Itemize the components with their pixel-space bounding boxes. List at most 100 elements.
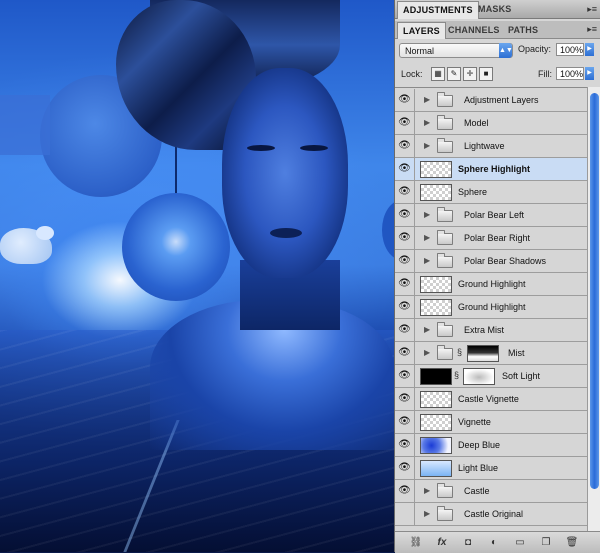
expand-triangle-icon[interactable]: ▶ [424,325,430,334]
visibility-eye-icon[interactable]: 👁 [395,296,415,318]
folder-icon [437,92,453,107]
layer-row[interactable]: 👁 ▶ Castle Original [395,503,587,526]
layer-row[interactable]: 👁 ▶ § Mist [395,342,587,365]
new-layer-icon[interactable]: ❐ [539,536,553,549]
layer-row[interactable]: 👁 Vignette [395,411,587,434]
layer-row[interactable]: 👁 ▶ Adjustment Layers [395,89,587,112]
layer-list-scrollbar[interactable] [587,87,600,531]
tab-masks[interactable]: MASKS [473,1,517,17]
layer-row[interactable]: 👁 Sphere Highlight [395,158,587,181]
layer-row[interactable]: 👁 Castle Vignette [395,388,587,411]
expand-triangle-icon[interactable]: ▶ [424,210,430,219]
lips [270,228,302,238]
expand-triangle-icon[interactable]: ▶ [424,118,430,127]
expand-triangle-icon[interactable]: ▶ [424,486,430,495]
layer-row[interactable]: 👁 ▶ Lightwave [395,135,587,158]
visibility-eye-icon[interactable]: 👁 [395,135,415,157]
layers-bottom-toolbar: ⛓ fx ◘ ◐ ▭ ❐ 🗑 [395,531,600,553]
blend-mode-select[interactable]: Normal ▲▼ [399,43,513,58]
expand-triangle-icon[interactable]: ▶ [424,95,430,104]
layer-name: Castle [464,486,490,496]
layer-thumbnail[interactable] [420,460,452,477]
expand-triangle-icon[interactable]: ▶ [424,233,430,242]
folder-icon [437,115,453,130]
visibility-eye-icon[interactable]: 👁 [395,89,415,111]
layer-thumbnail[interactable] [420,276,452,293]
add-mask-icon[interactable]: ◘ [461,536,475,549]
visibility-eye-icon[interactable]: 👁 [395,204,415,226]
layers-menu-icon[interactable]: ▸≡ [587,24,597,35]
tab-paths[interactable]: PATHS [503,22,543,38]
layer-thumbnail[interactable] [420,184,452,201]
visibility-eye-icon[interactable]: 👁 [395,457,415,479]
fill-input[interactable]: 100% [556,67,584,80]
new-group-icon[interactable]: ▭ [513,536,527,549]
layer-row[interactable]: 👁 Deep Blue [395,434,587,457]
layer-row[interactable]: 👁 ▶ Castle [395,480,587,503]
layer-thumbnail[interactable] [420,437,452,454]
visibility-eye-icon[interactable]: 👁 [395,503,415,525]
fx-icon[interactable]: fx [435,536,449,549]
layer-row[interactable]: 👁 Ground Highlight [395,273,587,296]
layer-row[interactable]: 👁 Ground Highlight [395,296,587,319]
visibility-eye-icon[interactable]: 👁 [395,342,415,364]
visibility-eye-icon[interactable]: 👁 [395,365,415,387]
visibility-eye-icon[interactable]: 👁 [395,434,415,456]
opacity-label: Opacity: [518,44,552,54]
layer-row[interactable]: 👁 Sphere [395,181,587,204]
tab-channels[interactable]: CHANNELS [443,22,505,38]
lock-position-icon[interactable]: ✛ [463,67,477,81]
layer-thumbnail[interactable] [420,414,452,431]
layer-row[interactable]: 👁 Light Blue [395,457,587,480]
visibility-eye-icon[interactable]: 👁 [395,112,415,134]
folder-icon [437,345,453,360]
layer-row[interactable]: 👁 § Soft Light [395,365,587,388]
layer-name: Lightwave [464,141,505,151]
tab-layers[interactable]: LAYERS [397,22,446,40]
link-chain-icon[interactable]: § [457,347,462,357]
lock-pixels-icon[interactable]: ✎ [447,67,461,81]
opacity-slider-icon[interactable]: ▶ [585,43,594,56]
expand-triangle-icon[interactable]: ▶ [424,509,430,518]
layer-row[interactable]: 👁 ▶ Model [395,112,587,135]
trash-icon[interactable]: 🗑 [565,536,579,549]
lock-all-icon[interactable]: ■ [479,67,493,81]
visibility-eye-icon[interactable]: 👁 [395,480,415,502]
right-eye [300,145,328,151]
adjustment-icon[interactable]: ◐ [487,536,501,549]
chevron-down-icon: ▲▼ [499,43,513,58]
panel-menu-icon[interactable]: ▸≡ [587,4,597,15]
visibility-eye-icon[interactable]: 👁 [395,388,415,410]
visibility-eye-icon[interactable]: 👁 [395,250,415,272]
lock-transparency-icon[interactable]: ▦ [431,67,445,81]
visibility-eye-icon[interactable]: 👁 [395,411,415,433]
layer-row[interactable]: 👁 ▶ Extra Mist [395,319,587,342]
expand-triangle-icon[interactable]: ▶ [424,141,430,150]
document-canvas[interactable] [0,0,394,552]
layer-mask-thumbnail[interactable] [463,368,495,385]
link-icon[interactable]: ⛓ [409,536,423,549]
scrollbar-thumb[interactable] [590,93,599,489]
visibility-eye-icon[interactable]: 👁 [395,273,415,295]
visibility-eye-icon[interactable]: 👁 [395,158,415,180]
fill-label: Fill: [538,69,552,79]
folder-icon [437,322,453,337]
fill-slider-icon[interactable]: ▶ [585,67,594,80]
folder-icon [437,253,453,268]
layer-mask-thumbnail[interactable] [467,345,499,362]
layer-thumbnail[interactable] [420,368,452,385]
layer-thumbnail[interactable] [420,299,452,316]
layer-row[interactable]: 👁 ▶ Polar Bear Left [395,204,587,227]
visibility-eye-icon[interactable]: 👁 [395,181,415,203]
opacity-input[interactable]: 100% [556,43,584,56]
layer-thumbnail[interactable] [420,391,452,408]
expand-triangle-icon[interactable]: ▶ [424,348,430,357]
visibility-eye-icon[interactable]: 👁 [395,227,415,249]
layer-row[interactable]: 👁 ▶ Polar Bear Right [395,227,587,250]
layer-row[interactable]: 👁 ▶ Polar Bear Shadows [395,250,587,273]
layer-thumbnail[interactable] [420,161,452,178]
link-chain-icon[interactable]: § [454,370,459,380]
visibility-eye-icon[interactable]: 👁 [395,319,415,341]
tab-adjustments[interactable]: ADJUSTMENTS [397,1,479,19]
expand-triangle-icon[interactable]: ▶ [424,256,430,265]
